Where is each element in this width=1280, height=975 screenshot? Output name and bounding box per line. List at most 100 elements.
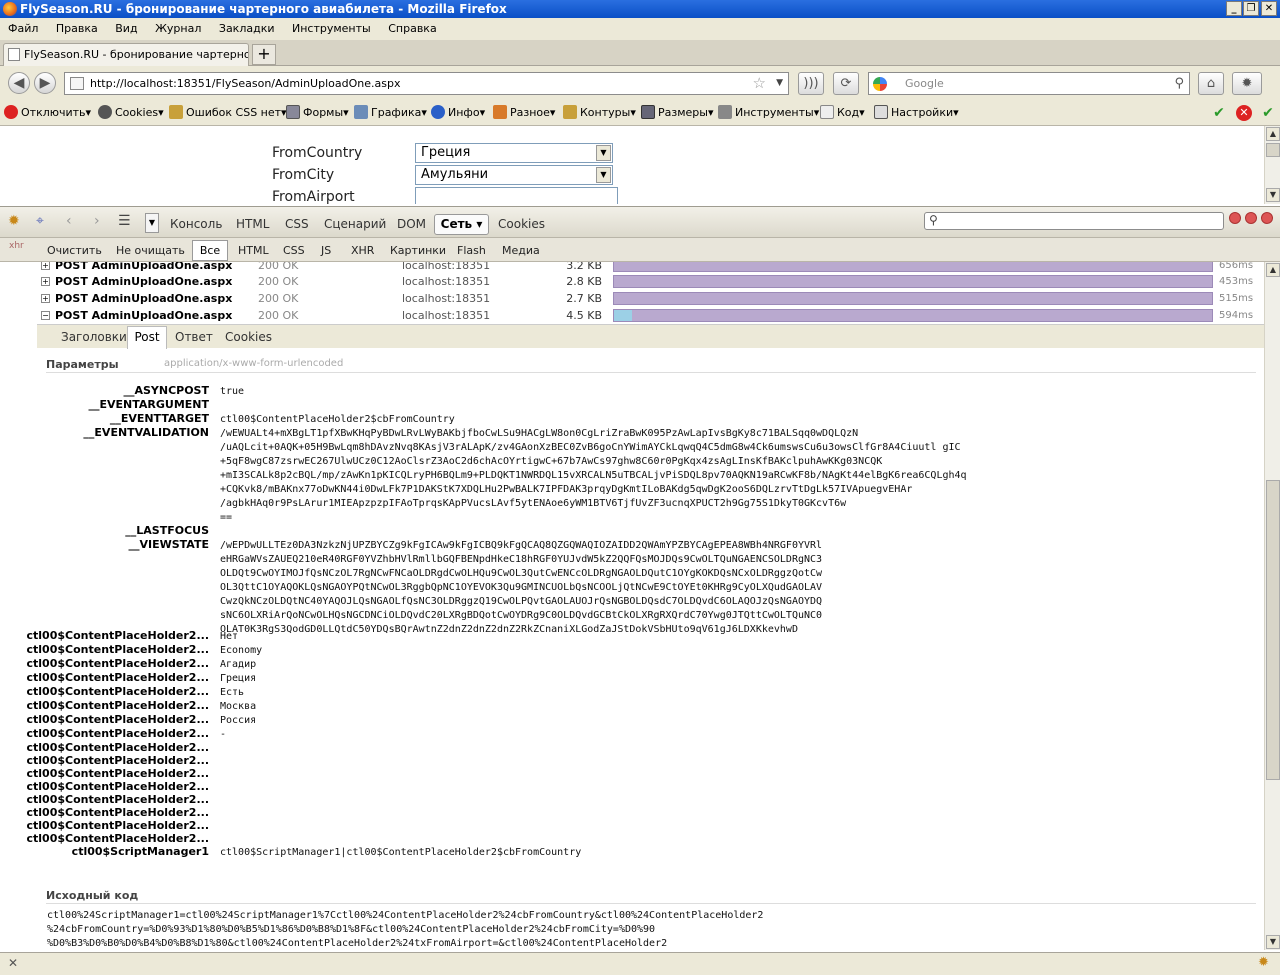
wd-cookies[interactable]: Cookies▾ bbox=[98, 100, 164, 126]
wd-source[interactable]: Код▾ bbox=[820, 100, 865, 126]
divider bbox=[46, 903, 1256, 904]
search-input[interactable]: Google ⚲ bbox=[868, 72, 1190, 95]
tab-console[interactable]: Консоль bbox=[170, 217, 222, 231]
minimize-button[interactable]: _ bbox=[1226, 1, 1242, 16]
scroll-thumb[interactable] bbox=[1266, 480, 1280, 780]
error-icon[interactable]: ✕ bbox=[1236, 105, 1252, 121]
checkmark-icon[interactable]: ✔ bbox=[1260, 105, 1276, 121]
back-icon[interactable]: ‹ bbox=[66, 213, 72, 229]
tab-flyseason[interactable]: FlySeason.RU - бронирование чартерного .… bbox=[3, 43, 249, 66]
firebug-bug-icon[interactable]: ✹ bbox=[8, 213, 20, 229]
wd-css-errors[interactable]: Ошибок CSS нет▾ bbox=[169, 100, 287, 126]
menu-history[interactable]: Журнал bbox=[155, 22, 201, 35]
tab-html[interactable]: HTML bbox=[236, 217, 269, 231]
from-city-select[interactable]: Амульяни ▼ bbox=[415, 165, 613, 185]
forward-icon[interactable]: › bbox=[94, 213, 100, 229]
params-title: Параметры bbox=[46, 358, 119, 371]
menu-bookmarks[interactable]: Закладки bbox=[219, 22, 275, 35]
expand-icon[interactable]: + bbox=[41, 294, 50, 303]
expand-icon[interactable]: + bbox=[41, 277, 50, 286]
collapse-icon[interactable]: − bbox=[41, 311, 50, 320]
tab-post[interactable]: Post bbox=[127, 326, 167, 349]
wd-misc[interactable]: Разное▾ bbox=[493, 100, 555, 126]
wd-outline[interactable]: Контуры▾ bbox=[563, 100, 636, 126]
firebug-icon[interactable]: ✹ bbox=[1258, 955, 1269, 970]
filter-css[interactable]: CSS bbox=[283, 244, 305, 257]
filter-js[interactable]: JS bbox=[321, 244, 331, 257]
dropdown-icon[interactable]: ▼ bbox=[145, 213, 159, 233]
param-value: Нет bbox=[220, 631, 239, 642]
forward-icon[interactable]: ▶ bbox=[34, 72, 56, 94]
filter-images[interactable]: Картинки bbox=[390, 244, 446, 257]
new-tab-button[interactable]: + bbox=[252, 44, 276, 65]
wd-info[interactable]: Инфо▾ bbox=[431, 100, 485, 126]
from-country-select[interactable]: Греция ▼ bbox=[415, 143, 613, 163]
tab-cookies[interactable]: Cookies bbox=[498, 217, 545, 231]
tab-title: FlySeason.RU - бронирование чартерного .… bbox=[24, 48, 248, 61]
firebug-icon[interactable]: ✹ bbox=[1232, 72, 1262, 95]
tab-request-cookies[interactable]: Cookies bbox=[225, 330, 272, 344]
persist-button[interactable]: Не очищать bbox=[116, 244, 185, 257]
filter-flash[interactable]: Flash bbox=[457, 244, 486, 257]
filter-html[interactable]: HTML bbox=[238, 244, 269, 257]
scroll-down-icon[interactable]: ▼ bbox=[1266, 935, 1280, 949]
menu-view[interactable]: Вид bbox=[115, 22, 137, 35]
tab-dom[interactable]: DOM bbox=[397, 217, 426, 231]
wd-options[interactable]: Настройки▾ bbox=[874, 100, 959, 126]
wd-tools[interactable]: Инструменты▾ bbox=[718, 100, 819, 126]
url-bar[interactable]: http://localhost:18351/FlySeason/AdminUp… bbox=[64, 72, 789, 95]
menu-file[interactable]: Файл bbox=[8, 22, 38, 35]
wd-forms[interactable]: Формы▾ bbox=[286, 100, 349, 126]
inspect-icon[interactable]: ⌖ bbox=[36, 213, 44, 229]
list-icon[interactable]: ☰ bbox=[118, 213, 131, 229]
close-icon[interactable]: ✕ bbox=[8, 956, 18, 970]
scroll-thumb[interactable] bbox=[1266, 143, 1280, 157]
request-row[interactable]: + POST AdminUploadOne.aspx 200 OK localh… bbox=[0, 273, 1264, 290]
checkmark-icon[interactable]: ✔ bbox=[1211, 105, 1227, 121]
scroll-down-icon[interactable]: ▼ bbox=[1266, 188, 1280, 202]
url-dropdown-icon[interactable]: ▼ bbox=[776, 73, 783, 94]
bookmark-star-icon[interactable]: ☆ bbox=[753, 73, 766, 94]
disable-icon bbox=[4, 105, 18, 119]
rss-icon[interactable]: ))) bbox=[798, 72, 824, 95]
filter-xhr[interactable]: XHR bbox=[351, 244, 374, 257]
tab-css[interactable]: CSS bbox=[285, 217, 309, 231]
image-icon bbox=[354, 105, 368, 119]
chevron-down-icon[interactable]: ▼ bbox=[596, 145, 611, 161]
from-airport-input[interactable] bbox=[415, 187, 618, 204]
request-row[interactable]: − POST AdminUploadOne.aspx 200 OK localh… bbox=[0, 307, 1264, 324]
filter-media[interactable]: Медиа bbox=[502, 244, 540, 257]
tab-net[interactable]: Сеть ▾ bbox=[434, 214, 489, 235]
filter-all[interactable]: Все bbox=[192, 240, 228, 261]
param-key: ctl00$ContentPlaceHolder2... bbox=[26, 793, 210, 806]
wd-images[interactable]: Графика▾ bbox=[354, 100, 427, 126]
detach-firebug-icon[interactable] bbox=[1245, 212, 1257, 224]
reload-icon[interactable]: ⟳ bbox=[833, 72, 859, 95]
close-firebug-icon[interactable] bbox=[1261, 212, 1273, 224]
wd-resize[interactable]: Размеры▾ bbox=[641, 100, 714, 126]
clear-button[interactable]: Очистить bbox=[47, 244, 102, 257]
menu-help[interactable]: Справка bbox=[388, 22, 436, 35]
firefox-icon bbox=[3, 2, 17, 16]
scroll-up-icon[interactable]: ▲ bbox=[1266, 263, 1280, 277]
home-icon[interactable]: ⌂ bbox=[1198, 72, 1224, 95]
request-row[interactable]: + POST AdminUploadOne.aspx 200 OK localh… bbox=[0, 290, 1264, 307]
menu-edit[interactable]: Правка bbox=[56, 22, 98, 35]
close-button[interactable]: ✕ bbox=[1261, 1, 1277, 16]
tab-script[interactable]: Сценарий bbox=[324, 217, 386, 231]
scroll-up-icon[interactable]: ▲ bbox=[1266, 127, 1280, 141]
param-key: ctl00$ContentPlaceHolder2... bbox=[26, 657, 210, 670]
expand-icon[interactable]: + bbox=[41, 262, 50, 270]
net-scrollbar[interactable]: ▲ ▼ bbox=[1264, 262, 1280, 950]
firebug-search-input[interactable]: ⚲ bbox=[924, 212, 1224, 230]
maximize-button[interactable]: ❐ bbox=[1243, 1, 1259, 16]
page-scrollbar[interactable]: ▲ ▼ bbox=[1264, 126, 1280, 204]
tab-headers[interactable]: Заголовки bbox=[61, 330, 127, 344]
menu-tools[interactable]: Инструменты bbox=[292, 22, 371, 35]
back-icon[interactable]: ◀ bbox=[8, 72, 30, 94]
chevron-down-icon[interactable]: ▼ bbox=[596, 167, 611, 183]
tab-response[interactable]: Ответ bbox=[175, 330, 213, 344]
wd-disable[interactable]: Отключить▾ bbox=[4, 100, 91, 126]
search-icon[interactable]: ⚲ bbox=[1174, 73, 1184, 94]
minimize-firebug-icon[interactable] bbox=[1229, 212, 1241, 224]
